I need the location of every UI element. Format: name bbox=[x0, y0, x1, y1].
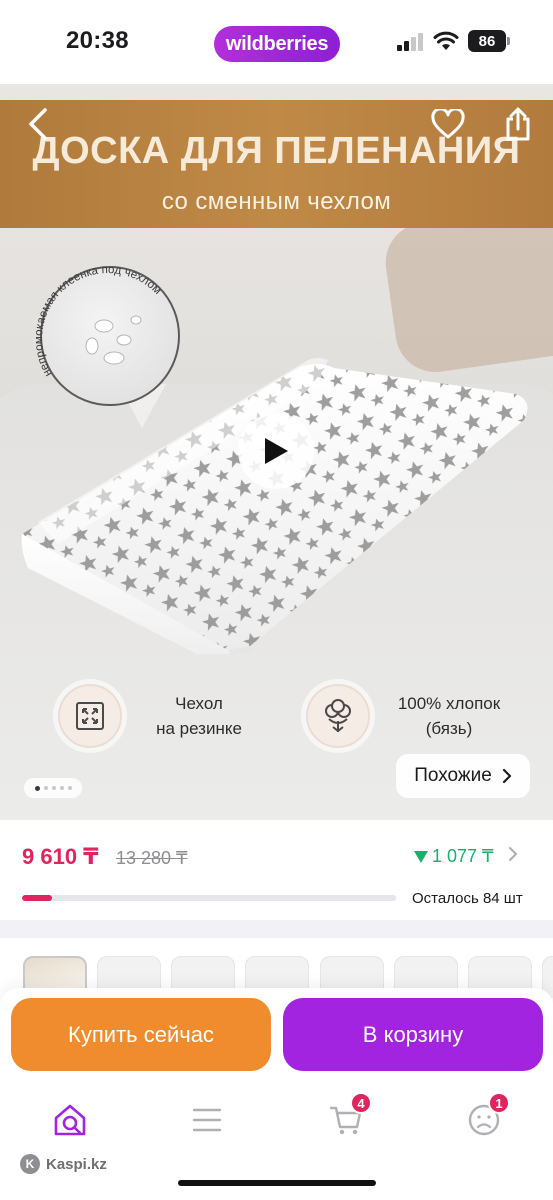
brand-logo: wildberries bbox=[214, 26, 340, 62]
battery-icon: 86 bbox=[468, 30, 510, 52]
chevron-left-icon bbox=[29, 108, 47, 140]
stretch-cover-icon bbox=[76, 702, 104, 730]
stock-progress-bar bbox=[22, 895, 396, 901]
similar-label: Похожие bbox=[414, 765, 492, 786]
banner-title: ДОСКА ДЛЯ ПЕЛЕНАНИЯ bbox=[32, 130, 521, 172]
pager-dot bbox=[43, 786, 48, 790]
feature-line-2: (бязь) bbox=[425, 719, 473, 738]
arrow-down-icon bbox=[414, 850, 428, 863]
gallery-pager[interactable] bbox=[24, 778, 82, 798]
menu-icon bbox=[192, 1108, 222, 1132]
pager-dot bbox=[59, 786, 64, 790]
tab-bar: 4 1 K Kaspi.kz bbox=[0, 1084, 553, 1200]
tab-profile[interactable]: 1 bbox=[464, 1092, 510, 1140]
cotton-icon bbox=[325, 699, 351, 733]
chevron-right-icon bbox=[502, 768, 511, 784]
feature-line-1: Чехол bbox=[175, 694, 223, 713]
action-bar: Купить сейчас В корзину bbox=[0, 988, 553, 1084]
home-indicator[interactable] bbox=[178, 1180, 376, 1186]
feature-elastic-cover: Чехол на резинке bbox=[58, 684, 264, 748]
similar-button[interactable]: Похожие bbox=[396, 754, 530, 798]
status-bar: 20:38 wildberries 86 bbox=[0, 0, 553, 84]
section-gap bbox=[0, 920, 553, 938]
status-time: 20:38 bbox=[66, 27, 129, 54]
feature-icon-circle bbox=[306, 684, 370, 748]
add-to-cart-button[interactable]: В корзину bbox=[283, 998, 543, 1071]
stock-progress-fill bbox=[22, 895, 52, 901]
price-drop-value: 1 077 ₸ bbox=[432, 846, 494, 866]
promo-banner: ДОСКА ДЛЯ ПЕЛЕНАНИЯ со сменным чехлом bbox=[0, 100, 553, 228]
pager-dot bbox=[51, 786, 56, 790]
pager-dot bbox=[67, 786, 72, 790]
kaspi-logo-icon: K bbox=[20, 1154, 40, 1174]
tab-search-home[interactable] bbox=[50, 1100, 90, 1140]
favorite-button[interactable] bbox=[428, 104, 468, 144]
price-block: 9 610 ₸ 13 280 ₸ 1 077 ₸ Осталось 84 шт bbox=[0, 820, 553, 920]
pager-dot bbox=[34, 785, 40, 791]
product-gallery[interactable]: ДОСКА ДЛЯ ПЕЛЕНАНИЯ со сменным чехлом не… bbox=[0, 84, 553, 820]
wifi-icon bbox=[433, 31, 459, 50]
feature-line-1: 100% хлопок bbox=[397, 694, 501, 713]
old-price: 13 280 ₸ bbox=[116, 848, 188, 868]
buy-now-button[interactable]: Купить сейчас bbox=[11, 998, 271, 1071]
tab-catalog[interactable] bbox=[187, 1100, 227, 1140]
chevron-right-icon[interactable] bbox=[508, 846, 518, 867]
home-search-icon bbox=[54, 1104, 86, 1136]
feature-cotton: 100% хлопок (бязь) bbox=[306, 684, 514, 748]
banner-subtitle: со сменным чехлом bbox=[161, 188, 392, 215]
price-drop-link[interactable]: 1 077 ₸ bbox=[414, 846, 494, 867]
cart-badge: 4 bbox=[350, 1092, 372, 1114]
back-button[interactable] bbox=[18, 104, 58, 144]
profile-badge: 1 bbox=[488, 1092, 510, 1114]
play-video-button[interactable] bbox=[238, 413, 314, 489]
feature-line-2: на резинке bbox=[156, 719, 242, 738]
cellular-signal-icon bbox=[397, 33, 425, 51]
heart-icon bbox=[431, 109, 465, 139]
current-price: 9 610 ₸ bbox=[22, 844, 99, 869]
changing-pad-image bbox=[21, 358, 528, 654]
feature-label: Чехол на резинке bbox=[134, 691, 264, 741]
feature-icon-circle bbox=[58, 684, 122, 748]
share-icon bbox=[506, 107, 530, 141]
share-button[interactable] bbox=[498, 104, 538, 144]
feature-label: 100% хлопок (бязь) bbox=[384, 691, 514, 741]
tab-cart[interactable]: 4 bbox=[326, 1092, 372, 1140]
play-icon bbox=[265, 438, 288, 464]
stock-remaining: Осталось 84 шт bbox=[412, 890, 523, 907]
watermark-text: Kaspi.kz bbox=[46, 1155, 107, 1173]
kaspi-watermark: K Kaspi.kz bbox=[20, 1154, 107, 1174]
